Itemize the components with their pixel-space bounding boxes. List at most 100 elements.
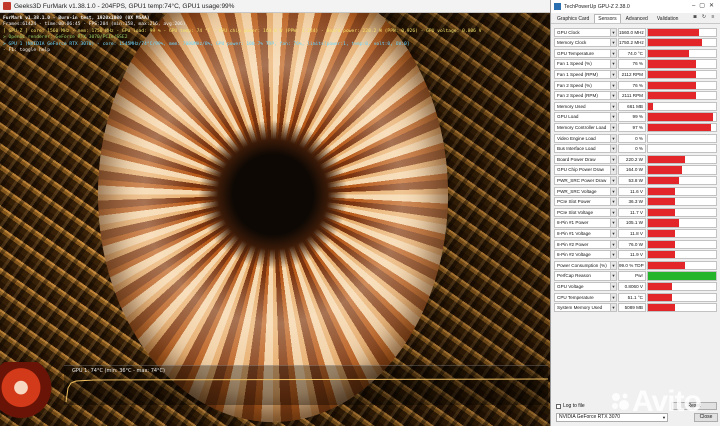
chevron-down-icon[interactable]: ▼ [611, 250, 617, 260]
chevron-down-icon[interactable]: ▼ [611, 154, 617, 165]
furmark-app-icon [3, 2, 11, 10]
chevron-down-icon[interactable]: ▼ [611, 303, 617, 313]
sensor-row: Board Power Draw ▼ 220.2 W [554, 154, 719, 165]
chevron-down-icon[interactable]: ▼ [611, 59, 617, 69]
sensor-graph-fill [648, 81, 696, 89]
chevron-down-icon[interactable]: ▼ [611, 292, 617, 302]
sensor-value: 76 % [618, 80, 646, 90]
sensor-name: 8-Pin #1 Voltage [554, 228, 611, 239]
sensor-name: GPU Temperature [554, 48, 611, 59]
avito-logo-icon [612, 393, 629, 410]
sensor-value: 76 % [618, 59, 646, 69]
refresh-icon[interactable]: ↻ [701, 15, 707, 20]
sensor-graph [647, 123, 717, 133]
avito-watermark-text: Avito [632, 385, 702, 418]
sensor-name: GPU Voltage [554, 281, 611, 292]
chevron-down-icon[interactable]: ▼ [611, 165, 617, 175]
osd-line-help: - F1: toggle help [3, 48, 51, 54]
sensor-value: 1560.0 MHz [618, 27, 646, 37]
sensor-value: 51.1 °C [618, 292, 646, 302]
sensor-graph [647, 27, 717, 37]
gpuz-app-icon [554, 3, 561, 10]
sensor-name: PWR_SRC Power Draw [554, 176, 611, 186]
sensor-row: Fan 1 Speed (%) ▼ 76 % [554, 59, 719, 70]
chevron-down-icon[interactable]: ▼ [611, 48, 617, 59]
sensor-graph [647, 186, 717, 196]
sensor-row: Video Engine Load ▼ 0 % [554, 133, 719, 144]
sensor-row: 8-Pin #1 Power ▼ 105.1 W [554, 218, 719, 229]
sensor-row: PWR_SRC Power Draw ▼ 53.8 W [554, 175, 719, 186]
gpuz-tabs: Graphics Card Sensors Advanced Validatio… [551, 13, 720, 24]
chevron-down-icon[interactable]: ▼ [611, 70, 617, 80]
sensor-row: Bus Interface Load ▼ 0 % [554, 144, 719, 155]
chevron-down-icon[interactable]: ▼ [611, 239, 617, 249]
gpuz-window: TechPowerUp GPU-Z 2.38.0 –▢✕ Graphics Ca… [550, 0, 720, 426]
chevron-down-icon[interactable]: ▼ [611, 144, 617, 154]
chevron-down-icon[interactable]: ▼ [611, 27, 617, 37]
chevron-down-icon[interactable]: ▼ [611, 101, 617, 112]
sensor-row: 8-Pin #2 Voltage ▼ 11.9 V [554, 249, 719, 260]
sensor-row: GPU Voltage ▼ 0.8060 V [554, 281, 719, 292]
chevron-down-icon[interactable]: ▼ [611, 281, 617, 292]
sensor-value: 2112 RPM [618, 70, 646, 80]
tab-graphics-card[interactable]: Graphics Card [553, 14, 593, 23]
sensor-graph [647, 281, 717, 292]
sensor-name: 8-Pin #2 Power [554, 239, 611, 249]
checkbox-box[interactable] [556, 403, 561, 409]
sensor-row: Fan 1 Speed (RPM) ▼ 2112 RPM [554, 69, 719, 80]
chevron-down-icon[interactable]: ▼ [611, 271, 617, 281]
sensor-graph [647, 197, 717, 207]
chevron-down-icon[interactable]: ▼ [611, 112, 617, 122]
sensor-value: 220.2 W [618, 154, 646, 165]
tab-advanced[interactable]: Advanced [622, 14, 652, 23]
furmark-logo [0, 362, 60, 426]
sensor-value: 97 % [618, 123, 646, 133]
sensor-row: PCIe Slot Voltage ▼ 11.7 V [554, 207, 719, 218]
chevron-down-icon[interactable]: ▼ [611, 80, 617, 90]
chevron-down-icon[interactable]: ▼ [611, 228, 617, 239]
sensor-graph [647, 112, 717, 122]
sensor-graph-fill [648, 208, 676, 216]
sensor-row: PerfCap Reason ▼ Pwr [554, 271, 719, 282]
sensor-value: 74.0 °C [618, 48, 646, 59]
sensor-name: Memory Used [554, 101, 611, 112]
camera-icon[interactable]: ◙ [692, 15, 698, 20]
chevron-down-icon[interactable]: ▼ [611, 176, 617, 186]
sensor-name: PCIe Slot Voltage [554, 207, 611, 217]
chevron-down-icon[interactable]: ▼ [611, 38, 617, 48]
tab-validation[interactable]: Validation [653, 14, 683, 23]
sensor-graph-fill [648, 166, 682, 174]
sensor-value: 0 % [618, 144, 646, 154]
gpuz-window-title: TechPowerUp GPU-Z 2.38.0 [564, 3, 630, 10]
chevron-down-icon[interactable]: ▼ [611, 197, 617, 207]
log-to-file-checkbox[interactable]: Log to file [556, 403, 585, 409]
chevron-down-icon[interactable]: ▼ [611, 133, 617, 143]
sensor-graph [647, 239, 717, 249]
sensor-graph-fill [648, 28, 699, 36]
sensor-row: Fan 2 Speed (RPM) ▼ 2111 RPM [554, 91, 719, 102]
sensor-row: System Memory Used ▼ 5089 MB [554, 302, 719, 313]
chevron-down-icon[interactable]: ▼ [611, 123, 617, 133]
sensor-value: 53.8 W [618, 176, 646, 186]
chevron-down-icon[interactable]: ▼ [611, 186, 617, 196]
sensor-row: GPU Chip Power Draw ▼ 164.0 W [554, 165, 719, 176]
sensor-graph-fill [648, 293, 672, 301]
sensor-graph-fill [648, 198, 676, 206]
window-controls[interactable]: –▢✕ [692, 2, 718, 9]
tab-sensors[interactable]: Sensors [594, 14, 621, 23]
gpuz-tab-icons: ◙ ↻ ≡ [692, 15, 716, 20]
chevron-down-icon[interactable]: ▼ [611, 218, 617, 228]
chevron-down-icon[interactable]: ▼ [611, 207, 617, 217]
sensor-graph-fill [648, 92, 696, 100]
log-to-file-label: Log to file [563, 403, 585, 409]
sensor-value: 11.8 V [618, 228, 646, 239]
sensor-graph-fill [648, 39, 703, 47]
sensor-name: 8-Pin #1 Power [554, 218, 611, 228]
sensor-graph-fill [648, 219, 679, 227]
chevron-down-icon[interactable]: ▼ [611, 91, 617, 101]
chevron-down-icon[interactable]: ▼ [611, 260, 617, 270]
sensor-graph [647, 303, 717, 313]
fur-donut-render [98, 13, 448, 422]
sensor-row: Memory Clock ▼ 1750.2 MHz [554, 38, 719, 49]
menu-icon[interactable]: ≡ [710, 15, 716, 20]
